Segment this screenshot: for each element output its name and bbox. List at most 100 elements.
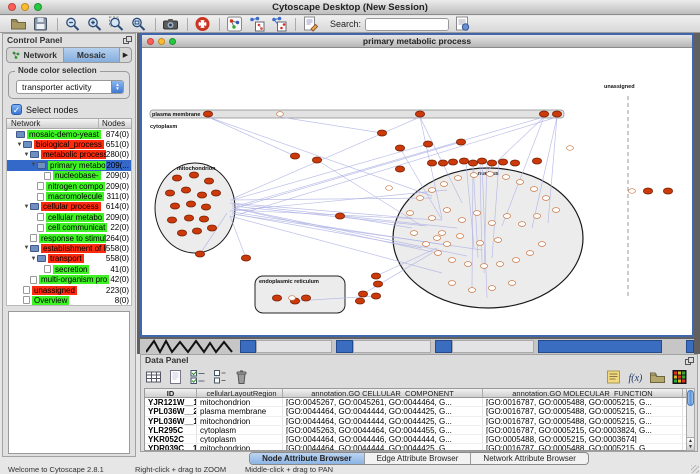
notes-icon[interactable] (605, 369, 622, 385)
network-node[interactable] (170, 203, 179, 209)
tree-header-nodes[interactable]: Nodes (99, 119, 131, 128)
column-header-annotation-go-molecular-function[interactable]: annotation.GO MOLECULAR_FUNCTION (483, 389, 683, 397)
network-node[interactable] (312, 157, 321, 163)
tree-item-nitrogen-compo[interactable]: nitrogen compo209(0) (7, 181, 131, 191)
background-window-fragment[interactable] (256, 340, 332, 353)
network-node[interactable] (663, 188, 672, 194)
node-color-dropdown[interactable]: transporter activity ▲▼ (16, 80, 124, 94)
network-node[interactable] (643, 188, 652, 194)
network-node[interactable] (406, 211, 413, 216)
expander-icon[interactable]: ▼ (16, 142, 23, 148)
network-node[interactable] (355, 298, 364, 304)
network-node[interactable] (488, 286, 495, 291)
tree-item-cellular-process[interactable]: ▼cellular process614(0) (7, 202, 131, 212)
network-node[interactable] (167, 217, 176, 223)
network-node[interactable] (195, 251, 204, 257)
table-scrollbar[interactable]: ▲▼ (686, 388, 695, 451)
network-node[interactable] (456, 139, 465, 145)
network-zoom-button[interactable] (169, 38, 176, 45)
table-row[interactable]: YDR039C__1mitochondrion[GO:0044464, GO:0… (145, 444, 687, 451)
tree-item-metabolic-process[interactable]: ▼metabolic process280(0) (7, 150, 131, 160)
tree-item-primary-metabo[interactable]: ▼primary metabo209(... (7, 160, 131, 170)
network-node[interactable] (486, 172, 493, 177)
select-nodes-checkbox[interactable]: ✓ (11, 104, 22, 115)
background-window-fragment[interactable] (435, 340, 452, 353)
network-node[interactable] (448, 281, 455, 286)
network-node[interactable] (416, 196, 423, 201)
network-node[interactable] (510, 160, 519, 166)
expander-icon[interactable]: ▼ (30, 256, 37, 262)
network-node[interactable] (487, 160, 496, 166)
network-node[interactable] (443, 208, 450, 213)
network-node[interactable] (184, 215, 193, 221)
float-panel-icon[interactable] (123, 36, 132, 44)
scrollbar-thumb[interactable] (687, 390, 694, 406)
background-window-fragment[interactable] (538, 340, 662, 353)
close-button[interactable] (8, 3, 16, 11)
network-node[interactable] (470, 173, 477, 178)
network-node[interactable] (476, 241, 483, 246)
attribute-pair-icon[interactable] (211, 369, 228, 385)
network-node[interactable] (197, 192, 206, 198)
network-node[interactable] (459, 158, 468, 164)
network-node[interactable] (468, 160, 477, 166)
vizmapper-icon[interactable] (226, 16, 243, 32)
network-node[interactable] (496, 262, 503, 267)
tree-item-transport[interactable]: ▼transport558(0) (7, 254, 131, 264)
network-node[interactable] (371, 273, 380, 279)
network-node[interactable] (508, 281, 515, 286)
network-node[interactable] (181, 187, 190, 193)
tab-node-attribute-browser[interactable]: Node Attribute Browser (250, 453, 365, 464)
network-node[interactable] (415, 111, 424, 117)
expander-icon[interactable]: ▼ (23, 152, 30, 158)
network-node[interactable] (552, 111, 561, 117)
tree-item-secretion[interactable]: secretion41(0) (7, 264, 131, 274)
network-node[interactable] (533, 214, 540, 219)
column-header-annotation-go-cellular-component[interactable]: annotation.GO CELLULAR_COMPONENT (283, 389, 483, 397)
birds-eye-view[interactable] (8, 311, 130, 454)
network-node[interactable] (458, 218, 465, 223)
network-node[interactable] (480, 264, 487, 269)
network-node[interactable] (567, 146, 574, 151)
snapshot-icon[interactable] (162, 16, 179, 32)
network-node[interactable] (289, 296, 296, 301)
network-node[interactable] (410, 231, 417, 236)
network-node[interactable] (434, 251, 441, 256)
table-row[interactable]: YLR295Ccytoplasm[GO:0045263, GO:0044464,… (145, 426, 687, 435)
background-window-fragment[interactable] (452, 340, 534, 353)
network-node[interactable] (498, 159, 507, 165)
tree-header-network[interactable]: Network (7, 119, 99, 128)
network-node[interactable] (427, 160, 436, 166)
new-network-selected-edges-icon[interactable] (270, 16, 287, 32)
network-node[interactable] (494, 238, 501, 243)
tree-item-nucleobase-[interactable]: nucleobase-209(0) (7, 171, 131, 181)
delete-attribute-icon[interactable] (233, 369, 250, 385)
network-node[interactable] (395, 145, 404, 151)
network-node[interactable] (526, 251, 533, 256)
tree-item-overview[interactable]: Overview8(0) (7, 295, 131, 305)
network-window-titlebar[interactable]: primary metabolic process (142, 35, 692, 48)
table-row[interactable]: YPL036W__2plasma membrane[GO:0044464, GO… (145, 407, 687, 416)
tree-item-unassigned[interactable]: unassigned223(0) (7, 285, 131, 295)
tab-mosaic[interactable]: Mosaic (64, 48, 121, 62)
table-row[interactable]: YPL036W__1mitochondrion[GO:0044464, GO:0… (145, 417, 687, 426)
network-node[interactable] (422, 242, 429, 247)
new-network-selected-nodes-icon[interactable] (248, 16, 265, 32)
tree-item-macromolecule[interactable]: macromolecule311(0) (7, 191, 131, 201)
float-panel-icon[interactable] (685, 357, 694, 365)
network-node[interactable] (241, 255, 250, 261)
configure-search-icon[interactable] (454, 16, 471, 32)
network-node[interactable] (468, 288, 475, 293)
new-attribute-icon[interactable] (167, 369, 184, 385)
zoom-selected-icon[interactable] (108, 16, 125, 32)
expander-icon[interactable]: ▼ (30, 162, 37, 168)
network-node[interactable] (464, 262, 471, 267)
tree-item-mosaic-demo-yeast[interactable]: mosaic-demo-yeast874(0) (7, 129, 131, 139)
search-input[interactable] (366, 19, 449, 30)
network-node[interactable] (518, 222, 525, 227)
network-node[interactable] (512, 258, 519, 263)
import-attributes-icon[interactable] (649, 369, 666, 385)
save-icon[interactable] (32, 16, 49, 32)
tree-item-biological-process[interactable]: ▼biological_process651(0) (7, 139, 131, 149)
tree-item-cellular-metabo[interactable]: cellular metabo209(0) (7, 212, 131, 222)
